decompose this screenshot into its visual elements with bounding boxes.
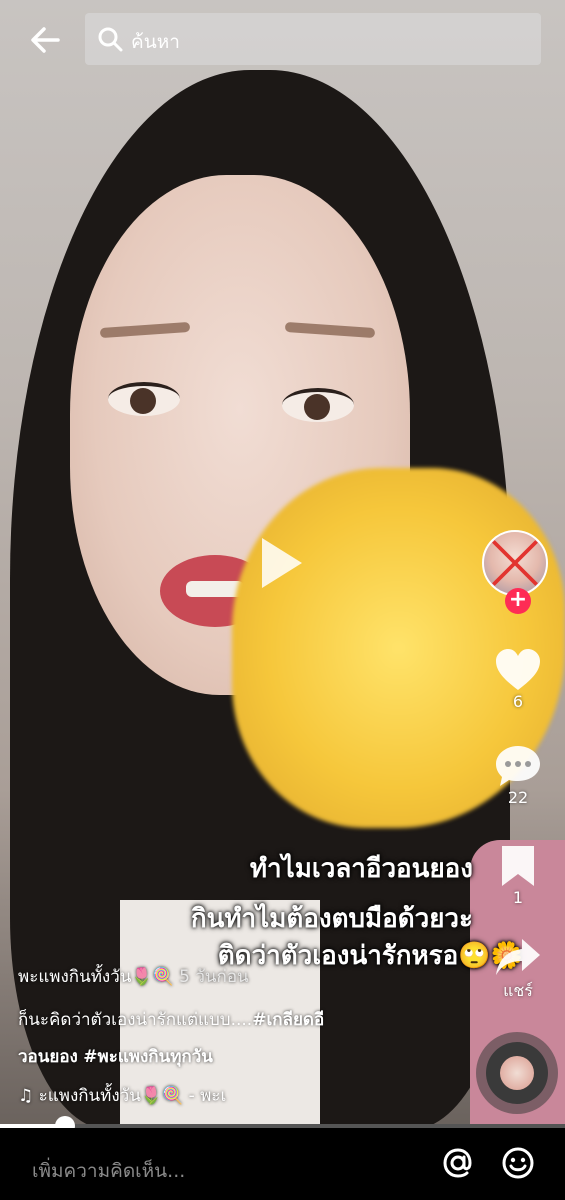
music-ticker[interactable]: ♫ ะแพงกินทั้งวัน🌷🍭 - พะเ [18, 1082, 226, 1109]
share-icon [496, 939, 540, 975]
save-count: 1 [512, 888, 524, 907]
comment-input[interactable]: เพิ่มความคิดเห็น... [32, 1156, 185, 1186]
music-disc[interactable] [486, 1042, 548, 1104]
overlay-text-line1: ทำไมเวลาอีวอนยอง [249, 854, 473, 884]
caption-author-line: พะแพงกินทั้งวัน🌷🍭 5 วันก่อน [18, 963, 249, 990]
search-icon [98, 27, 123, 52]
caption-time: 5 วันก่อน [179, 967, 249, 987]
follow-plus-button[interactable]: + [505, 588, 531, 614]
like-count: 6 [512, 692, 524, 711]
overlay-text-line2: กินทำไมต้องตบมือด้วยวะ [190, 904, 473, 934]
top-bar: ค้นหา [0, 0, 565, 80]
emoji-icon[interactable] [500, 1145, 536, 1181]
caption-text-line2: วอนยอง #พะแพงกินทุกวัน [18, 1043, 213, 1070]
hashtag-link-1a[interactable]: #เกลียดอี [252, 1010, 324, 1030]
comment-button[interactable]: 22 [488, 744, 548, 807]
share-label: แชร์ [503, 981, 533, 1000]
avatar-cross-overlay [492, 540, 538, 586]
comment-icon [496, 746, 540, 786]
video-eye-left [108, 382, 180, 416]
save-button[interactable]: 1 [488, 844, 548, 907]
comment-bar: เพิ่มความคิดเห็น... [0, 1128, 565, 1200]
caption-author[interactable]: พะแพงกินทั้งวัน🌷🍭 [18, 967, 174, 987]
hashtag-link-1b[interactable]: วอนยอง [18, 1047, 78, 1067]
overlay-text-line3: ติดว่าตัวเองน่ารักหรอ🙄🌼 [217, 941, 523, 971]
caption-text-line1: ก็นะคิดว่าตัวเองน่ารักแต่แบบ....#เกลียดอ… [18, 1006, 324, 1033]
video-eye-right [282, 388, 354, 422]
at-icon[interactable] [440, 1145, 476, 1181]
bookmark-icon [502, 846, 534, 886]
hashtag-link-2[interactable]: #พะแพงกินทุกวัน [83, 1047, 213, 1067]
like-button[interactable]: 6 [488, 648, 548, 711]
search-bar[interactable]: ค้นหา [85, 13, 541, 65]
comment-count: 22 [507, 788, 529, 807]
back-arrow-icon[interactable] [28, 22, 64, 58]
play-icon[interactable] [262, 538, 302, 588]
heart-icon [496, 649, 540, 690]
share-button[interactable]: แชร์ [488, 935, 548, 1004]
caption-text: ก็นะคิดว่าตัวเองน่ารักแต่แบบ.... [18, 1010, 253, 1030]
search-placeholder: ค้นหา [131, 31, 180, 53]
music-disc-cover [500, 1056, 534, 1090]
